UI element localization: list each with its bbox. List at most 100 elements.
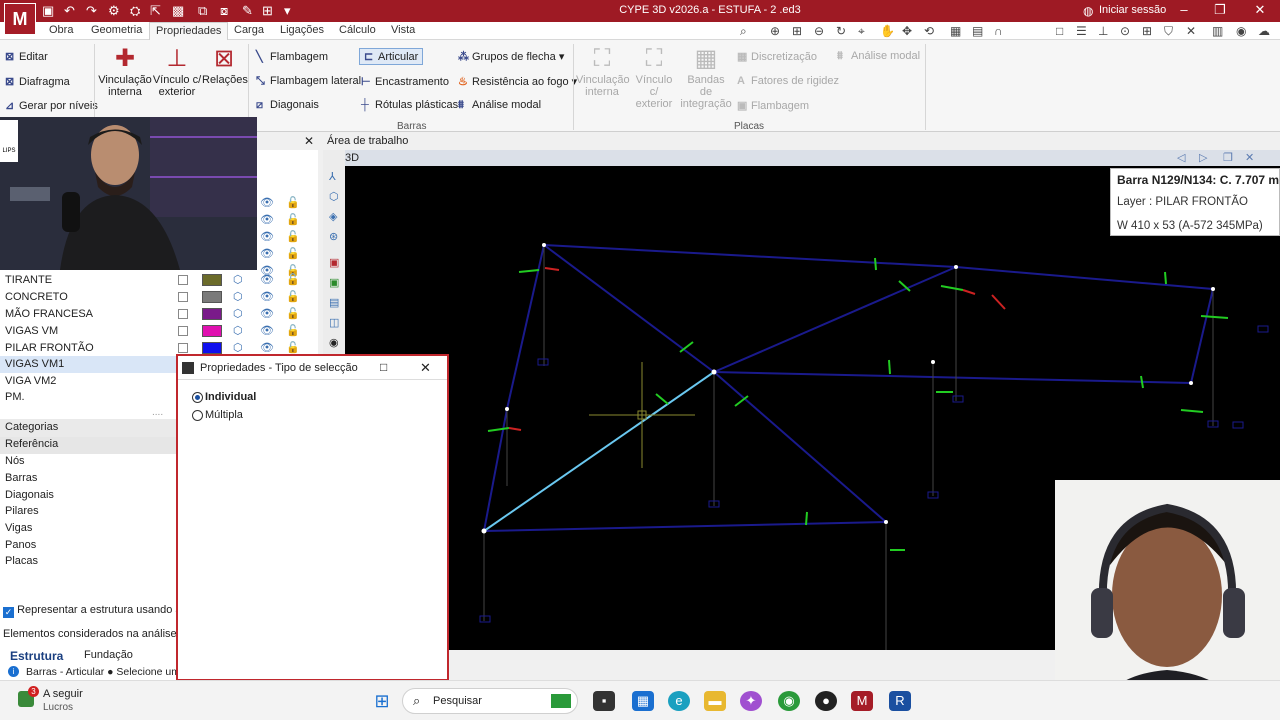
filter-icon[interactable]: ⛉ [1164,24,1173,39]
eye-view-icon[interactable]: ◉ [329,336,339,349]
globe-icon[interactable]: ◍ [1083,3,1093,19]
layer-color-swatch[interactable] [202,274,222,286]
fatores-rigidez-button[interactable]: A Fatores de rigidez [737,75,839,87]
folder-icon[interactable]: ▬ [704,691,726,711]
rotate-icon[interactable]: ⟲ [924,24,934,38]
placas-vinculacao-interna-button[interactable]: ⛶ Vinculação interna [576,44,630,98]
tab-geometria[interactable]: Geometria [91,24,142,36]
bim-icon[interactable]: ◉ [1236,24,1246,38]
layer-checkbox[interactable] [178,292,188,302]
category-item[interactable]: Referência [5,438,58,450]
category-item[interactable]: Vigas [5,522,32,534]
layer-checkbox[interactable] [178,326,188,336]
render-icon[interactable]: ◈ [329,210,337,223]
tab-propriedades[interactable]: Propriedades [149,22,229,41]
pan-icon[interactable]: ✋ [880,24,895,38]
layer-color-swatch[interactable] [202,291,222,303]
maximize-view-icon[interactable]: ❐ [1223,151,1233,164]
tab-vista[interactable]: Vista [391,24,415,36]
cube-icon[interactable]: ⬡ [233,290,243,303]
layer-color-swatch[interactable] [202,325,222,337]
eye-icon[interactable]: 👁 [260,273,274,286]
category-item[interactable]: Nós [5,455,25,467]
resistencia-fogo-button[interactable]: ♨ Resistência ao fogo ▾ [458,75,577,88]
analise-modal-button[interactable]: ⩩ Análise modal [458,99,541,112]
cube-view-icon[interactable]: ⬡ [329,190,339,203]
copilot-icon[interactable]: ✦ [740,691,762,711]
category-item[interactable]: Pilares [5,505,39,517]
tab-estrutura[interactable]: Estrutura [10,649,63,663]
gear-icon[interactable]: ⚙ [108,3,120,19]
layer-color-swatch[interactable] [202,342,222,354]
cube-icon[interactable]: ⬡ [233,273,243,286]
diagonais-button[interactable]: ⧄ Diagonais [256,99,319,112]
eye-icon[interactable]: 👁 [260,247,274,260]
category-item[interactable]: Panos [5,539,36,551]
grid2-icon[interactable]: ⊞ [1142,24,1152,38]
orbit-icon[interactable]: ⊛ [329,230,338,243]
close-button[interactable]: ✕ [1248,2,1272,18]
articular-button[interactable]: ⊏ Articular [359,48,424,65]
placas-analise-modal-button[interactable]: ⩩ Análise modal [837,50,920,63]
axis-icon[interactable]: ⅄ [329,170,336,183]
splitter-grip[interactable]: .... [152,407,163,418]
vinculo-exterior-button[interactable]: ⊥ Vínculo c/ exterior [152,44,202,98]
stack-icon[interactable]: ◫ [329,316,339,329]
tab-carga[interactable]: Carga [234,24,264,36]
paste-icon[interactable]: ⧇ [220,3,228,19]
zoom-out-icon[interactable]: ⊖ [814,24,824,38]
zoom-icon[interactable]: ⊕ [770,24,780,38]
category-item[interactable]: Barras [5,472,37,484]
lock-icon[interactable]: 🔓 [286,307,300,320]
layer-checkbox[interactable] [178,343,188,353]
cube-icon[interactable]: ⬡ [233,341,243,354]
refresh-icon[interactable]: ↻ [836,24,846,38]
bandas-integracao-button[interactable]: ▦ Bandas de integração [680,44,732,110]
taskbar-search[interactable]: ⌕ Pesquisar [402,688,578,714]
layer-view-icon[interactable]: ▣ [329,276,339,289]
lock-icon[interactable]: 🔓 [286,213,300,226]
list-icon[interactable]: ☰ [1076,24,1087,38]
flambagem-lateral-button[interactable]: ⤡ Flambagem lateral [256,75,361,88]
cube-icon[interactable]: ⬡ [233,307,243,320]
tab-obra[interactable]: Obra [49,24,73,36]
copy-icon[interactable]: ⧉ [198,3,207,19]
placas-vinculo-exterior-button[interactable]: ⛶ Vínculo c/ exterior [630,44,678,110]
next-view-icon[interactable]: ▷ [1199,151,1207,164]
tools-icon[interactable]: ✕ [1186,24,1196,38]
cloud-icon[interactable]: ☁ [1258,24,1270,38]
lock-icon[interactable]: 🔓 [286,247,300,260]
move-icon[interactable]: ✥ [902,24,912,38]
eye-icon[interactable]: 👁 [260,230,274,243]
windows-start-icon[interactable]: ⊞ [371,691,393,711]
taskview-icon[interactable]: ▪ [593,691,615,711]
anchor-icon[interactable]: ⊥ [1098,24,1108,38]
close-view-icon[interactable]: ✕ [1245,151,1254,164]
lock-icon[interactable]: 🔓 [286,290,300,303]
grupos-flecha-button[interactable]: ⁂ Grupos de flecha ▾ [458,50,564,63]
lock-icon[interactable]: 🔓 [286,273,300,286]
maximize-icon[interactable]: □ [380,360,387,374]
recorder-icon[interactable]: ● [815,691,837,711]
rotulas-plasticas-button[interactable]: ┼ Rótulas plásticas [361,99,458,111]
layer-checkbox[interactable] [178,309,188,319]
layer-row[interactable]: VIGAS VM ⬡ 👁 🔓 [0,323,318,340]
relacoes-button[interactable]: ⊠ Relações [202,44,248,86]
eye-icon[interactable]: 👁 [260,341,274,354]
layer-checkbox[interactable] [178,275,188,285]
cube-icon[interactable]: ⬡ [233,324,243,337]
prev-view-icon[interactable]: ◁ [1177,151,1185,164]
restore-button[interactable]: ❐ [1208,2,1232,18]
category-item[interactable]: Placas [5,555,38,567]
placas-flambagem-button[interactable]: ▣ Flambagem [737,99,809,112]
encastramento-button[interactable]: ⊢ Encastramento [361,75,449,88]
tab-ligacoes[interactable]: Ligações [280,24,324,36]
gerar-niveis-button[interactable]: ⊿ Gerar por níveis [5,99,98,112]
layer-row[interactable]: MÃO FRANCESA ⬡ 👁 🔓 [0,306,318,323]
checkbox-checked[interactable]: ✓ [3,607,14,618]
lock-icon[interactable]: 🔓 [286,196,300,209]
search-icon[interactable]: ⌕ [740,24,747,39]
zoom-all-icon[interactable]: ⌖ [858,24,865,39]
plan-icon[interactable]: ▤ [329,296,339,309]
square-icon[interactable]: □ [1056,24,1063,38]
